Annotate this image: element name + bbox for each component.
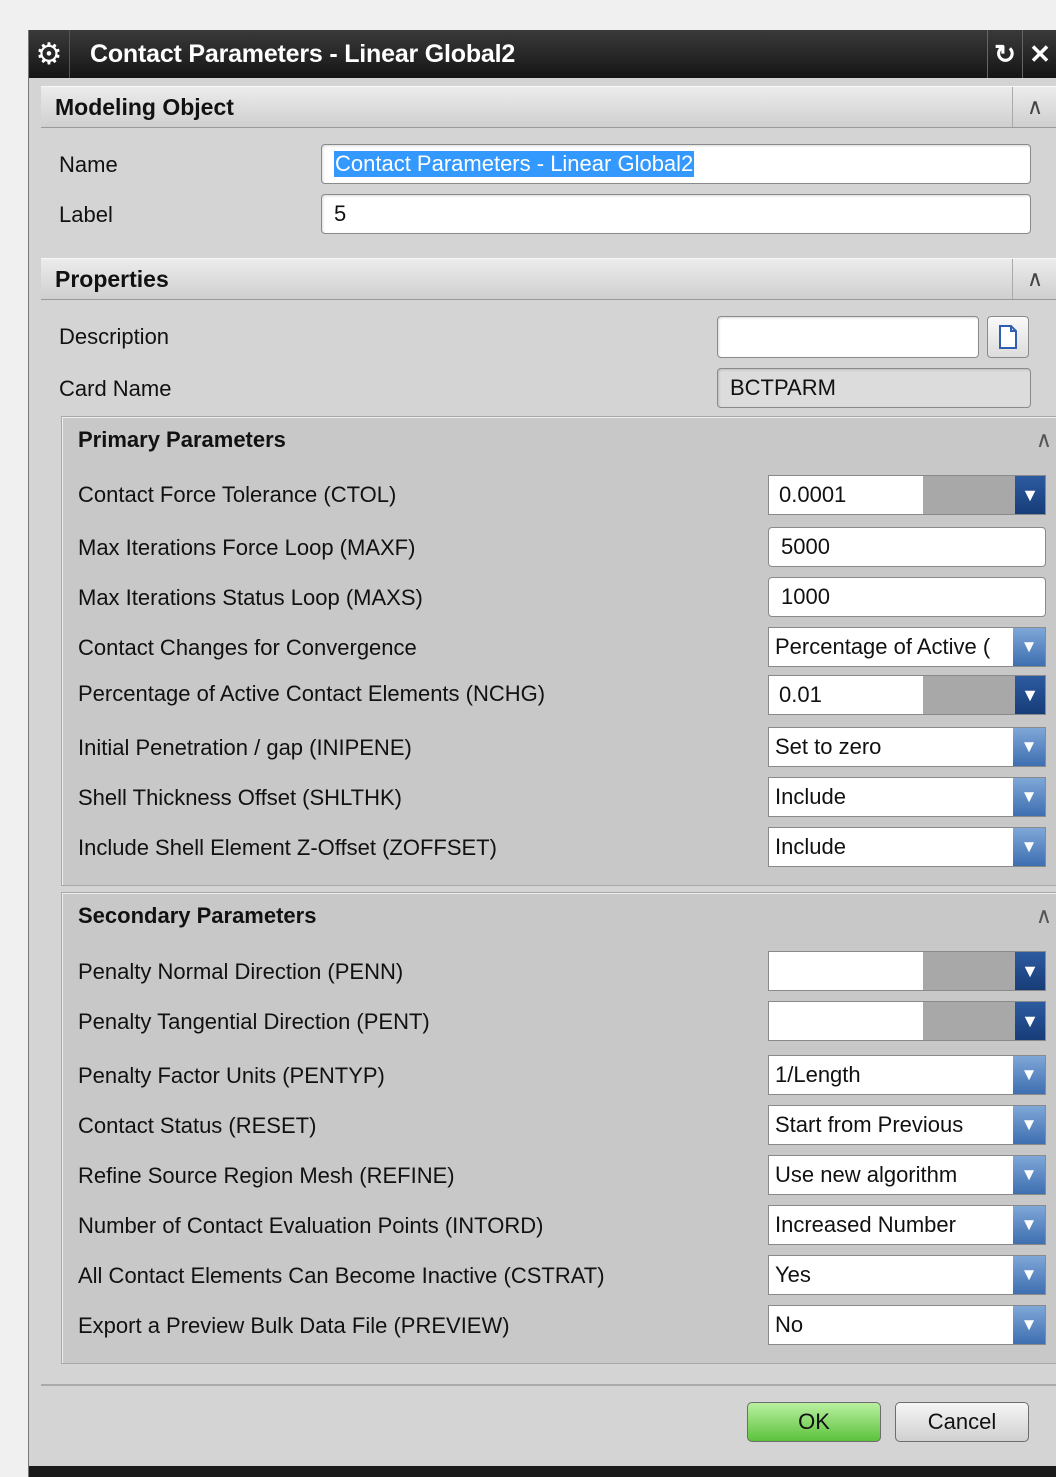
- penn-value[interactable]: [769, 952, 923, 990]
- properties-header[interactable]: Properties ∧: [41, 258, 1056, 300]
- ctol-field[interactable]: 0.0001 ▼: [768, 475, 1046, 515]
- maxf-field[interactable]: 5000: [768, 527, 1046, 567]
- pentyp-label: Penalty Factor Units (PENTYP): [78, 1063, 385, 1088]
- secondary-parameters-title: Secondary Parameters: [78, 903, 317, 928]
- convergence-select[interactable]: Percentage of Active ( ▼: [768, 627, 1046, 667]
- ctol-value[interactable]: 0.0001: [769, 476, 923, 514]
- title-bar: ⚙ Contact Parameters - Linear Global2 ↻ …: [29, 30, 1056, 78]
- chevron-down-icon[interactable]: ▼: [1013, 1306, 1045, 1344]
- preview-value: No: [775, 1312, 804, 1337]
- chevron-down-icon[interactable]: ▼: [1013, 828, 1045, 866]
- reset-select[interactable]: Start from Previous ▼: [768, 1105, 1046, 1145]
- description-field[interactable]: [717, 316, 979, 358]
- collapse-icon[interactable]: ∧: [1036, 903, 1052, 929]
- footer-divider: [41, 1384, 1056, 1386]
- refine-label: Refine Source Region Mesh (REFINE): [78, 1163, 455, 1188]
- chevron-down-icon[interactable]: ▼: [1013, 778, 1045, 816]
- penn-field[interactable]: ▼: [768, 951, 1046, 991]
- card-name-field: BCTPARM: [717, 368, 1031, 408]
- down-arrow-icon[interactable]: ▼: [1015, 676, 1045, 714]
- cstrat-select[interactable]: Yes ▼: [768, 1255, 1046, 1295]
- refine-select[interactable]: Use new algorithm ▼: [768, 1155, 1046, 1195]
- inipene-value: Set to zero: [775, 734, 882, 759]
- name-label: Name: [59, 152, 118, 177]
- intord-value: Increased Number: [775, 1212, 956, 1237]
- chevron-down-icon[interactable]: ▼: [1013, 1256, 1045, 1294]
- zoffset-value: Include: [775, 834, 846, 859]
- chevron-down-icon[interactable]: ▼: [1013, 728, 1045, 766]
- intord-label: Number of Contact Evaluation Points (INT…: [78, 1213, 544, 1238]
- bottom-bar: [29, 1466, 1056, 1477]
- ctol-label: Contact Force Tolerance (CTOL): [78, 482, 397, 507]
- preview-label: Export a Preview Bulk Data File (PREVIEW…: [78, 1313, 510, 1338]
- modeling-object-title: Modeling Object: [55, 93, 234, 120]
- maxs-label: Max Iterations Status Loop (MAXS): [78, 585, 423, 610]
- inipene-select[interactable]: Set to zero ▼: [768, 727, 1046, 767]
- ok-button[interactable]: OK: [747, 1402, 881, 1442]
- label-field[interactable]: 5: [321, 194, 1031, 234]
- maxs-field[interactable]: 1000: [768, 577, 1046, 617]
- pent-field[interactable]: ▼: [768, 1001, 1046, 1041]
- close-icon[interactable]: ✕: [1022, 30, 1056, 78]
- inipene-label: Initial Penetration / gap (INIPENE): [78, 735, 412, 760]
- dialog-title: Contact Parameters - Linear Global2: [90, 39, 516, 68]
- nchg-label: Percentage of Active Contact Elements (N…: [78, 681, 546, 706]
- nchg-field[interactable]: 0.01 ▼: [768, 675, 1046, 715]
- zoffset-select[interactable]: Include ▼: [768, 827, 1046, 867]
- cancel-button[interactable]: Cancel: [895, 1402, 1029, 1442]
- reset-label: Contact Status (RESET): [78, 1113, 317, 1138]
- pent-value[interactable]: [769, 1002, 923, 1040]
- secondary-parameters-group: Secondary Parameters ∧ Penalty Normal Di…: [61, 892, 1056, 1364]
- preview-select[interactable]: No ▼: [768, 1305, 1046, 1345]
- modeling-object-header[interactable]: Modeling Object ∧: [41, 86, 1056, 128]
- chevron-down-icon[interactable]: ▼: [1013, 1106, 1045, 1144]
- convergence-value: Percentage of Active (: [775, 634, 991, 659]
- document-icon[interactable]: [987, 316, 1029, 358]
- down-arrow-icon[interactable]: ▼: [1015, 1002, 1045, 1040]
- shlthk-label: Shell Thickness Offset (SHLTHK): [78, 785, 402, 810]
- pentyp-value: 1/Length: [775, 1062, 861, 1087]
- shlthk-select[interactable]: Include ▼: [768, 777, 1046, 817]
- collapse-icon[interactable]: ∧: [1012, 87, 1056, 127]
- chevron-down-icon[interactable]: ▼: [1013, 628, 1045, 666]
- collapse-icon[interactable]: ∧: [1012, 259, 1056, 299]
- gear-icon[interactable]: ⚙: [29, 30, 70, 78]
- shlthk-value: Include: [775, 784, 846, 809]
- contact-parameters-dialog: ⚙ Contact Parameters - Linear Global2 ↻ …: [28, 30, 1056, 1477]
- reset-value: Start from Previous: [775, 1112, 964, 1137]
- maxf-label: Max Iterations Force Loop (MAXF): [78, 535, 416, 560]
- refine-value: Use new algorithm: [775, 1162, 958, 1187]
- nchg-value[interactable]: 0.01: [769, 676, 923, 714]
- name-field[interactable]: Contact Parameters - Linear Global2: [321, 144, 1031, 184]
- reset-icon[interactable]: ↻: [987, 30, 1022, 78]
- collapse-icon[interactable]: ∧: [1036, 427, 1052, 453]
- name-value: Contact Parameters - Linear Global2: [334, 151, 695, 177]
- cstrat-label: All Contact Elements Can Become Inactive…: [78, 1263, 605, 1288]
- cstrat-value: Yes: [775, 1262, 811, 1287]
- penn-label: Penalty Normal Direction (PENN): [78, 959, 404, 984]
- down-arrow-icon[interactable]: ▼: [1015, 952, 1045, 990]
- description-label: Description: [59, 324, 170, 349]
- properties-title: Properties: [55, 265, 169, 292]
- down-arrow-icon[interactable]: ▼: [1015, 476, 1045, 514]
- primary-parameters-group: Primary Parameters ∧ Contact Force Toler…: [61, 416, 1056, 886]
- label-label: Label: [59, 202, 113, 227]
- zoffset-label: Include Shell Element Z-Offset (ZOFFSET): [78, 835, 497, 860]
- chevron-down-icon[interactable]: ▼: [1013, 1056, 1045, 1094]
- chevron-down-icon[interactable]: ▼: [1013, 1206, 1045, 1244]
- convergence-label: Contact Changes for Convergence: [78, 635, 417, 660]
- chevron-down-icon[interactable]: ▼: [1013, 1156, 1045, 1194]
- primary-parameters-title: Primary Parameters: [78, 427, 286, 452]
- pent-label: Penalty Tangential Direction (PENT): [78, 1009, 430, 1034]
- intord-select[interactable]: Increased Number ▼: [768, 1205, 1046, 1245]
- pentyp-select[interactable]: 1/Length ▼: [768, 1055, 1046, 1095]
- card-name-label: Card Name: [59, 376, 172, 401]
